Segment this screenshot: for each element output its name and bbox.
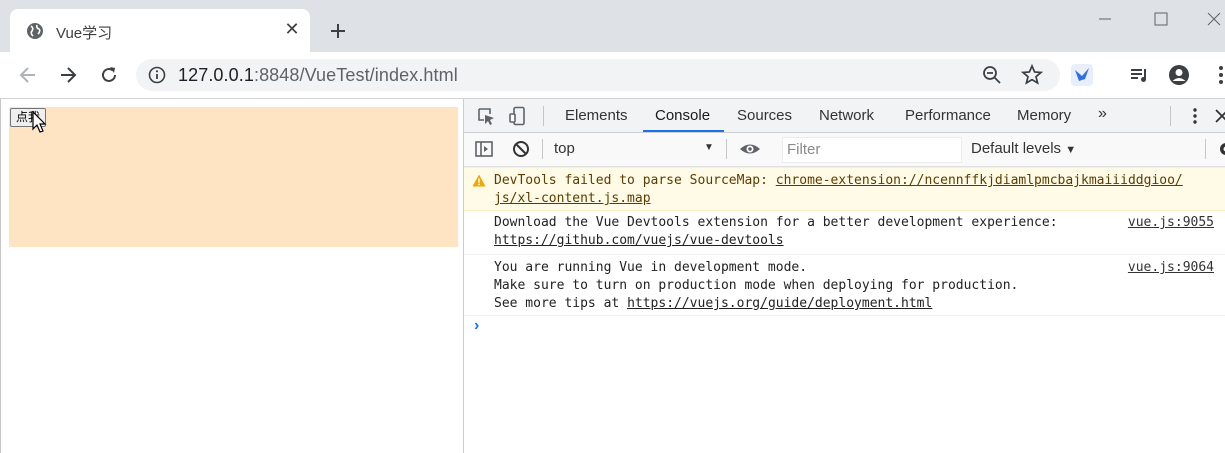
tab-memory[interactable]: Memory	[1017, 99, 1071, 132]
address-bar[interactable]: 127.0.0.1:8848/VueTest/index.html	[136, 59, 1060, 91]
url-text: 127.0.0.1:8848/VueTest/index.html	[178, 65, 458, 86]
log-text: Download the Vue Devtools extension for …	[494, 215, 1058, 248]
console-settings-gear-icon[interactable]	[1216, 139, 1225, 159]
tab-close-icon[interactable]: ✕	[282, 19, 302, 39]
maximize-icon[interactable]	[1150, 8, 1172, 30]
clear-console-icon[interactable]	[511, 139, 531, 159]
new-tab-icon[interactable]	[326, 19, 350, 43]
device-toolbar-icon[interactable]	[508, 106, 528, 126]
show-sidebar-icon[interactable]	[474, 139, 494, 159]
browser-menu-icon[interactable]	[1210, 64, 1225, 86]
browser-toolbar: 127.0.0.1:8848/VueTest/index.html	[0, 52, 1225, 99]
devtools-tab-bar: Elements Console Sources Network Perform…	[464, 99, 1225, 133]
tab-console[interactable]: Console	[642, 99, 725, 132]
back-icon[interactable]	[17, 64, 39, 86]
filter-input[interactable]	[783, 138, 961, 160]
live-expression-eye-icon[interactable]	[739, 139, 761, 159]
inspect-element-icon[interactable]	[476, 106, 496, 126]
tab-sources[interactable]: Sources	[737, 99, 792, 132]
console-warning-message: DevTools failed to parse SourceMap: chro…	[464, 167, 1225, 211]
orange-box	[9, 107, 458, 247]
log-levels-label: Default levels	[971, 140, 1062, 157]
toolbar-divider	[1205, 139, 1206, 159]
forward-icon[interactable]	[57, 64, 79, 86]
site-info-icon[interactable]	[148, 66, 166, 84]
devtools-panel: Elements Console Sources Network Perform…	[463, 99, 1225, 453]
page-viewport: 点我	[0, 99, 464, 453]
log-text: You are running Vue in development mode.…	[494, 260, 1019, 311]
url-path: :8848/VueTest/index.html	[253, 65, 458, 85]
warning-icon	[472, 174, 486, 187]
mouse-cursor-icon	[32, 111, 47, 133]
log-levels-dropdown[interactable]: Default levels ▼	[971, 140, 1076, 157]
console-log-message: Download the Vue Devtools extension for …	[464, 210, 1225, 255]
url-host: 127.0.0.1	[178, 65, 254, 85]
context-dropdown-icon[interactable]: ▼	[704, 142, 714, 153]
bookmark-star-icon[interactable]	[1021, 64, 1043, 86]
zoom-out-icon[interactable]	[982, 65, 1002, 85]
tab-performance[interactable]: Performance	[905, 99, 991, 132]
console-prompt-icon[interactable]: ›	[474, 317, 479, 335]
deployment-guide-link[interactable]: https://vuejs.org/guide/deployment.html	[627, 296, 932, 311]
sourcemap-link-continued[interactable]: js/xl-content.js.map	[494, 191, 651, 206]
toolbar-divider	[1170, 106, 1171, 126]
reload-icon[interactable]	[98, 64, 120, 86]
more-tabs-icon[interactable]: »	[1098, 105, 1107, 123]
globe-icon	[27, 23, 43, 39]
toolbar-divider	[726, 139, 727, 159]
console-filter	[782, 137, 962, 163]
toolbar-divider	[542, 139, 543, 159]
source-link[interactable]: vue.js:9064	[1128, 259, 1214, 277]
browser-tab[interactable]: Vue学习 ✕	[10, 9, 310, 52]
sourcemap-link[interactable]: chrome-extension://ncennffkjdiamlpmcbajk…	[776, 173, 1183, 188]
tab-elements[interactable]: Elements	[565, 99, 628, 132]
source-link[interactable]: vue.js:9055	[1128, 214, 1214, 232]
profile-avatar-icon[interactable]	[1168, 64, 1190, 86]
media-queue-icon[interactable]	[1128, 64, 1150, 86]
tab-network[interactable]: Network	[819, 99, 874, 132]
warning-text: DevTools failed to parse SourceMap: chro…	[494, 173, 1183, 206]
console-log-message: You are running Vue in development mode.…	[464, 255, 1225, 316]
close-devtools-icon[interactable]	[1212, 106, 1225, 126]
vue-devtools-link[interactable]: https://github.com/vuejs/vue-devtools	[494, 233, 784, 248]
extension-bird-icon[interactable]	[1071, 64, 1093, 86]
tab-strip: Vue学习 ✕	[0, 0, 1225, 52]
console-toolbar: top ▼ Default levels ▼	[464, 133, 1225, 167]
minimize-icon[interactable]	[1094, 8, 1116, 30]
devtools-menu-icon[interactable]	[1185, 106, 1205, 126]
levels-dropdown-icon: ▼	[1065, 144, 1077, 156]
tab-title: Vue学习	[56, 25, 113, 42]
toolbar-divider	[543, 106, 544, 126]
close-window-icon[interactable]	[1203, 8, 1225, 30]
context-selector[interactable]: top	[554, 140, 575, 157]
